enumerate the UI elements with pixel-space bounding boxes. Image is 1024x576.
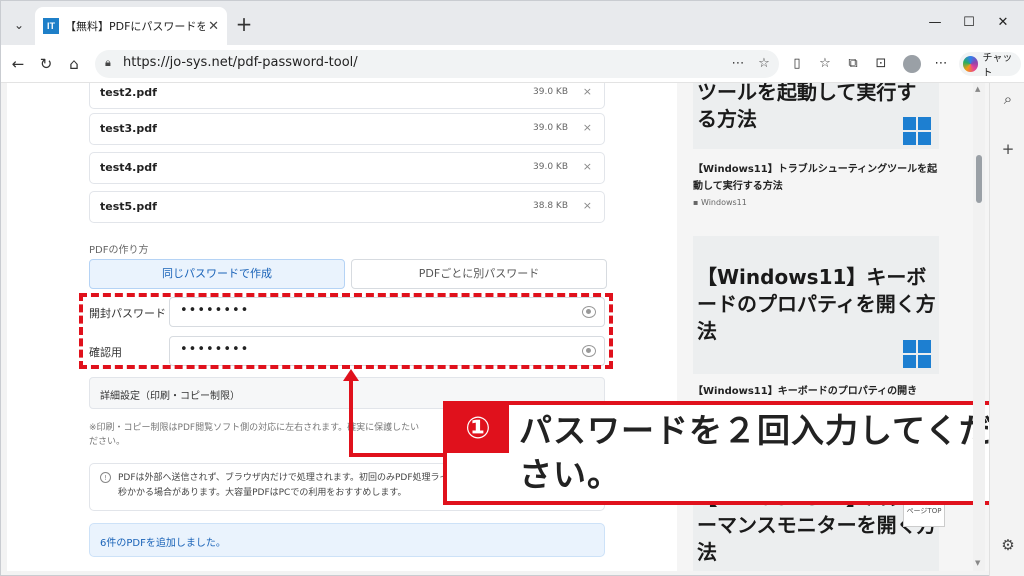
collections-icon[interactable]: ⧉ [843, 54, 863, 74]
thumbnail-title: 【Windows11】キーボードのプロパティを開く方法 [697, 265, 936, 343]
file-size: 39.0 KB [533, 87, 568, 97]
same-password-button[interactable]: 同じパスワードで作成 [89, 259, 345, 289]
highlight-dashed-box [79, 293, 613, 369]
browser-window: ⌄ IT 【無料】PDFにパスワードを設定するブラ ✕ + — ☐ ✕ ← ↻ … [0, 0, 1024, 576]
pdf-mode-label: PDFの作り方 [89, 245, 149, 256]
favorites-icon[interactable]: ☆ [815, 54, 835, 74]
remove-file-icon[interactable]: × [583, 199, 592, 212]
site-favicon-icon: IT [43, 18, 59, 34]
file-size: 39.0 KB [533, 162, 568, 172]
tab-bar: ⌄ IT 【無料】PDFにパスワードを設定するブラ ✕ + — ☐ ✕ [1, 1, 1024, 45]
separate-password-button[interactable]: PDFごとに別パスワード [351, 259, 607, 289]
lock-icon[interactable]: 🔒︎ [105, 56, 119, 72]
browser-tab[interactable]: IT 【無料】PDFにパスワードを設定するブラ ✕ [35, 7, 227, 45]
tab-close-icon[interactable]: ✕ [208, 19, 219, 34]
reload-icon[interactable]: ↻ [35, 53, 57, 75]
file-row: test4.pdf 39.0 KB × [89, 152, 605, 184]
favorite-star-icon[interactable]: ☆ [755, 55, 773, 73]
file-row: test2.pdf 39.0 KB × [89, 83, 605, 109]
page-top-label: ページTOP [906, 507, 942, 515]
article-thumbnail[interactable]: ツールを起動して実行する方法 [693, 83, 939, 149]
callout-arrow-line [349, 375, 353, 457]
category-label: Windows11 [700, 198, 747, 207]
page-viewport: test2.pdf 39.0 KB × test3.pdf 39.0 KB × … [7, 83, 989, 571]
vertical-scrollbar[interactable]: ▲ ▼ [973, 83, 985, 571]
navigation-bar: ← ↻ ⌂ 🔒︎ https://jo-sys.net/pdf-password… [1, 45, 1024, 83]
scrollbar-thumb[interactable] [976, 155, 982, 203]
file-row: test3.pdf 39.0 KB × [89, 113, 605, 145]
scroll-down-icon[interactable]: ▼ [975, 559, 980, 567]
remove-file-icon[interactable]: × [583, 85, 592, 98]
new-tab-plus-icon[interactable]: + [233, 13, 255, 35]
file-row: test5.pdf 38.8 KB × [89, 191, 605, 223]
add-icon[interactable]: + [998, 139, 1018, 159]
address-bar[interactable]: 🔒︎ https://jo-sys.net/pdf-password-tool/… [95, 50, 779, 78]
thumbnail-title: ツールを起動して実行する方法 [697, 83, 917, 131]
step-number: ① [447, 405, 509, 453]
remove-file-icon[interactable]: × [583, 160, 592, 173]
callout-arrow-line [349, 453, 445, 457]
file-name: test3.pdf [100, 122, 157, 135]
scroll-up-icon[interactable]: ▲ [975, 85, 980, 93]
split-screen-icon[interactable]: ▯ [787, 54, 807, 74]
copilot-button[interactable]: チャット [959, 52, 1021, 79]
info-icon: ! [100, 472, 111, 483]
search-icon[interactable]: ⌕ [998, 89, 1018, 109]
copilot-label: チャット [982, 53, 1013, 79]
windows-logo-icon [903, 340, 931, 368]
article-thumbnail[interactable]: 【Windows11】キーボードのプロパティを開く方法 [693, 236, 939, 374]
home-icon[interactable]: ⌂ [63, 53, 85, 75]
window-close-icon[interactable]: ✕ [991, 13, 1015, 33]
tab-title: 【無料】PDFにパスワードを設定するブラ [65, 20, 205, 33]
profile-avatar[interactable] [903, 55, 921, 73]
article-link[interactable]: 【Windows11】トラブルシューティングツールを起動して実行する方法 [693, 161, 943, 195]
remove-file-icon[interactable]: × [583, 121, 592, 134]
minimize-icon[interactable]: — [923, 13, 947, 33]
gear-icon[interactable]: ⚙ [998, 535, 1018, 555]
file-size: 39.0 KB [533, 123, 568, 133]
instruction-text: パスワードを２回入力してください。 [519, 411, 989, 494]
file-name: test4.pdf [100, 161, 157, 174]
url-text[interactable]: https://jo-sys.net/pdf-password-tool/ [123, 55, 358, 70]
copilot-icon [963, 56, 979, 72]
added-status-text: 6件のPDFを追加しました。 [100, 538, 226, 549]
instruction-callout: ① パスワードを２回入力してください。 [443, 401, 989, 505]
article-category[interactable]: ▪ Windows11 [693, 198, 747, 207]
article-link[interactable]: 【Windows11】キーボードのプロパティの開き [693, 383, 943, 400]
sidebar-rail: ⌕ + ⚙ [989, 83, 1024, 576]
windows-logo-icon [903, 117, 931, 145]
back-arrow-icon[interactable]: ← [7, 53, 29, 75]
added-status-box: 6件のPDFを追加しました。 [89, 523, 605, 557]
screenshot-icon[interactable]: ⊡ [871, 54, 891, 74]
file-size: 38.8 KB [533, 201, 568, 211]
settings-more-icon[interactable]: ⋯ [931, 54, 951, 74]
more-options-circle-icon[interactable]: ⋯ [729, 55, 747, 73]
file-name: test5.pdf [100, 200, 157, 213]
advanced-settings-label: 詳細設定（印刷・コピー制限） [100, 391, 240, 402]
tab-list-chevron-icon[interactable]: ⌄ [9, 15, 29, 35]
file-name: test2.pdf [100, 86, 157, 99]
maximize-icon[interactable]: ☐ [957, 13, 981, 33]
